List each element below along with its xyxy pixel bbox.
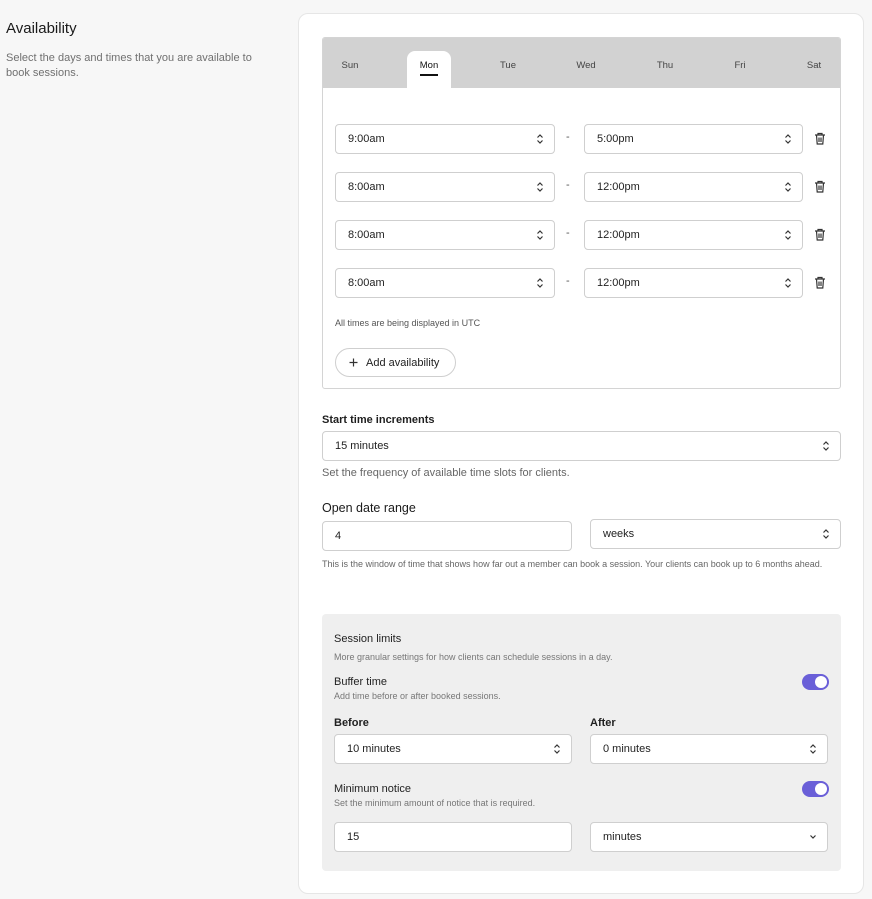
open-date-range-label: Open date range [322,501,416,515]
session-limits-panel: Session limits More granular settings fo… [322,614,841,871]
add-availability-button[interactable]: Add availability [335,348,456,377]
trash-icon[interactable] [814,276,826,289]
toggle-knob [815,783,827,795]
timezone-note: All times are being displayed in UTC [335,318,481,328]
slot-start-select[interactable]: 8:00am [335,268,555,298]
open-date-range-help: This is the window of time that shows ho… [322,559,823,569]
tab-sun[interactable]: Sun [328,51,372,88]
slot-start-select[interactable]: 9:00am [335,124,555,154]
minimum-notice-subtitle: Set the minimum amount of notice that is… [334,798,536,808]
chevron-up-down-icon [823,441,829,451]
buffer-time-title: Buffer time [334,676,387,688]
page-description: Select the days and times that you are a… [6,52,252,79]
availability-slot: 8:00am - 12:00pm [335,172,835,202]
slot-start-select[interactable]: 8:00am [335,220,555,250]
open-date-range-amount-input[interactable]: 4 [322,521,572,551]
chevron-up-down-icon [537,230,543,240]
tab-fri[interactable]: Fri [718,51,762,88]
chevron-up-down-icon [554,744,560,754]
session-limits-title: Session limits [334,633,402,645]
chevron-up-down-icon [823,529,829,539]
chevron-up-down-icon [785,134,791,144]
slot-end-select[interactable]: 12:00pm [584,172,803,202]
minimum-notice-amount-input[interactable]: 15 [334,822,572,852]
chevron-up-down-icon [785,230,791,240]
availability-slot: 8:00am - 12:00pm [335,268,835,298]
start-time-increments-select[interactable]: 15 minutes [322,431,841,461]
availability-section-header: Availability Select the days and times t… [6,20,268,81]
slot-start-select[interactable]: 8:00am [335,172,555,202]
page-title: Availability [6,20,77,37]
availability-slot: 8:00am - 12:00pm [335,220,835,250]
minimum-notice-title: Minimum notice [334,783,412,795]
chevron-up-down-icon [537,134,543,144]
availability-slot: 9:00am - 5:00pm [335,124,835,154]
buffer-after-select[interactable]: 0 minutes [590,734,828,764]
buffer-time-toggle[interactable] [802,674,829,690]
slot-separator: - [566,275,570,287]
slot-separator: - [566,179,570,191]
buffer-before-label: Before [334,717,369,729]
start-time-increments-help: Set the frequency of available time slot… [322,467,570,479]
day-tabs: Sun Mon Tue Wed Thu Fri Sat [323,38,840,88]
slot-separator: - [566,131,570,143]
chevron-up-down-icon [537,278,543,288]
slot-separator: - [566,227,570,239]
chevron-up-down-icon [785,278,791,288]
trash-icon[interactable] [814,180,826,193]
buffer-time-subtitle: Add time before or after booked sessions… [334,691,501,701]
tab-wed[interactable]: Wed [564,51,608,88]
trash-icon[interactable] [814,132,826,145]
tab-mon[interactable]: Mon [407,51,451,88]
minimum-notice-toggle[interactable] [802,781,829,797]
slot-end-select[interactable]: 12:00pm [584,220,803,250]
slot-end-select[interactable]: 12:00pm [584,268,803,298]
trash-icon[interactable] [814,228,826,241]
toggle-knob [815,676,827,688]
chevron-up-down-icon [810,744,816,754]
slot-end-select[interactable]: 5:00pm [584,124,803,154]
chevron-down-icon [810,835,816,839]
start-time-increments-label: Start time increments [322,414,435,426]
tab-thu[interactable]: Thu [643,51,687,88]
minimum-notice-unit-select[interactable]: minutes [590,822,828,852]
weekly-schedule: Sun Mon Tue Wed Thu Fri Sat 9:00am - 5:0… [322,37,841,389]
buffer-after-label: After [590,717,616,729]
chevron-up-down-icon [785,182,791,192]
availability-card: Sun Mon Tue Wed Thu Fri Sat 9:00am - 5:0… [298,13,864,894]
buffer-before-select[interactable]: 10 minutes [334,734,572,764]
open-date-range-unit-select[interactable]: weeks [590,519,841,549]
plus-icon [349,358,358,367]
tab-sat[interactable]: Sat [792,51,836,88]
tab-tue[interactable]: Tue [486,51,530,88]
chevron-up-down-icon [537,182,543,192]
session-limits-subtitle: More granular settings for how clients c… [334,652,613,662]
